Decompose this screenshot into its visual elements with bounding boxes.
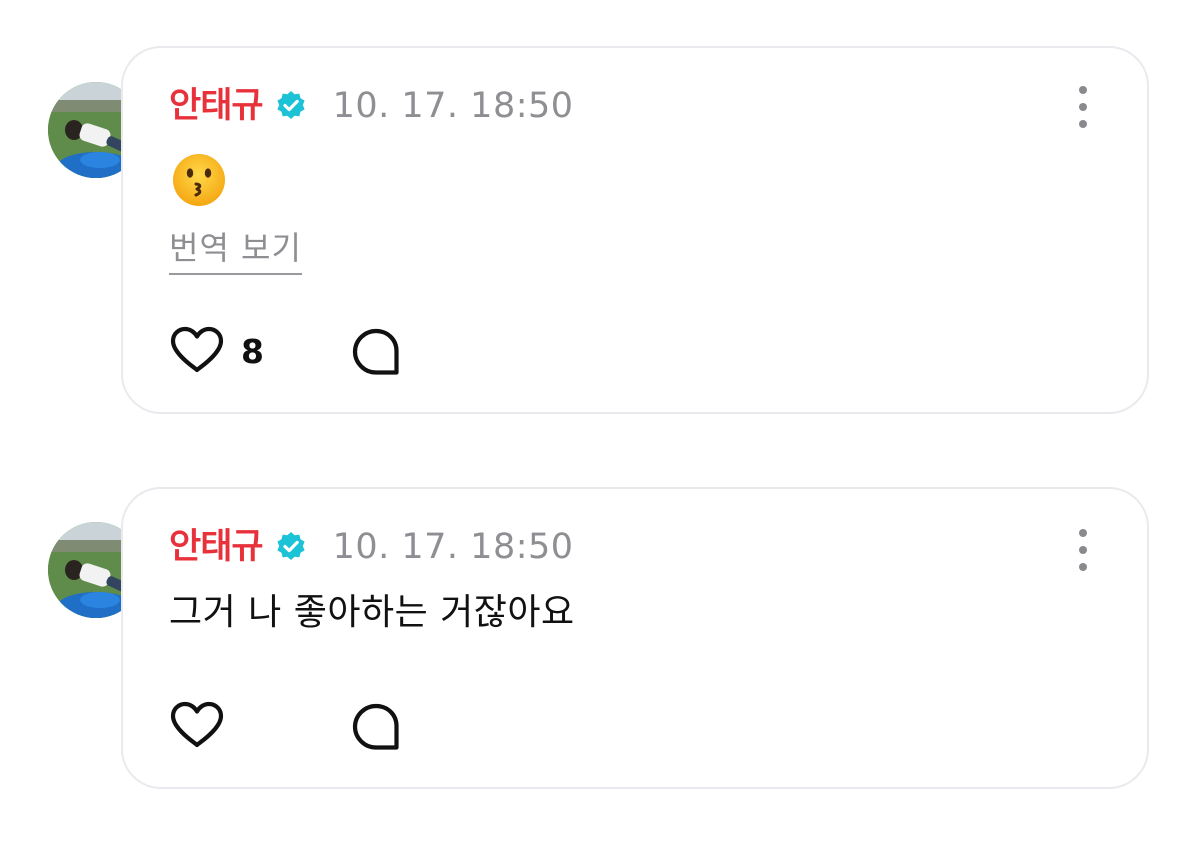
heart-icon bbox=[169, 701, 225, 753]
comment-card: 안태규 10. 17. 18:50 번역 보기 8 bbox=[121, 46, 1149, 414]
comment-text: 그거 나 좋아하는 거잖아요 bbox=[169, 592, 575, 633]
timestamp: 10. 17. 18:50 bbox=[332, 86, 574, 126]
more-vertical-icon bbox=[1079, 529, 1087, 537]
kissing-face-icon bbox=[171, 152, 227, 208]
action-bar: 8 bbox=[169, 326, 399, 378]
reply-button[interactable] bbox=[349, 701, 401, 757]
like-count: 8 bbox=[241, 332, 264, 371]
translate-link[interactable]: 번역 보기 bbox=[169, 226, 302, 275]
username[interactable]: 안태규 bbox=[169, 525, 264, 569]
verified-badge-icon bbox=[275, 531, 307, 563]
action-bar bbox=[169, 701, 399, 753]
more-dot bbox=[1079, 120, 1087, 128]
like-button[interactable] bbox=[169, 701, 225, 753]
like-button[interactable]: 8 bbox=[169, 326, 264, 378]
more-dot bbox=[1079, 563, 1087, 571]
more-options-button[interactable] bbox=[1073, 529, 1093, 571]
comment-header: 안태규 10. 17. 18:50 bbox=[169, 525, 574, 569]
more-dot bbox=[1079, 546, 1087, 554]
timestamp: 10. 17. 18:50 bbox=[332, 527, 574, 567]
more-options-button[interactable] bbox=[1073, 86, 1093, 128]
heart-icon bbox=[169, 326, 225, 378]
speech-bubble-icon bbox=[349, 328, 401, 382]
verified-badge-icon bbox=[275, 90, 307, 122]
comment-header: 안태규 10. 17. 18:50 bbox=[169, 84, 574, 128]
comment-card: 안태규 10. 17. 18:50 그거 나 좋아하는 거잖아요 bbox=[121, 487, 1149, 789]
more-vertical-icon bbox=[1079, 86, 1087, 94]
more-dot bbox=[1079, 103, 1087, 111]
reply-button[interactable] bbox=[349, 326, 401, 382]
speech-bubble-icon bbox=[349, 703, 401, 757]
username[interactable]: 안태규 bbox=[169, 84, 264, 128]
